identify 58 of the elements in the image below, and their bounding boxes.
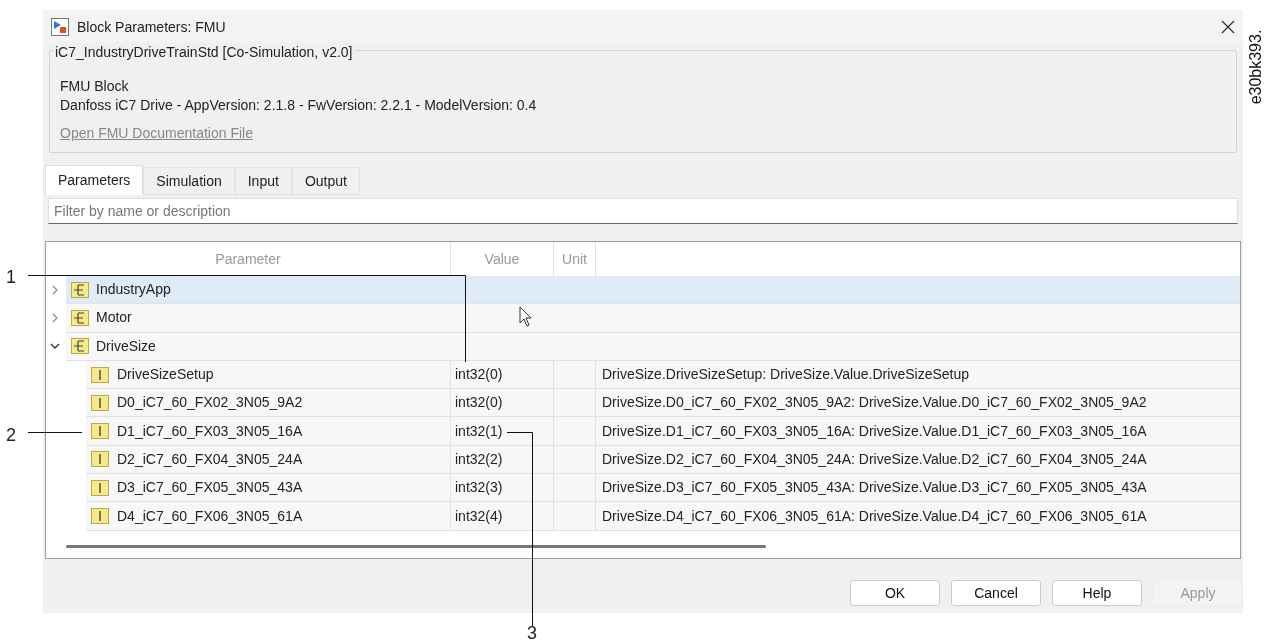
parameter-icon	[91, 451, 109, 468]
tab[interactable]: Input	[234, 167, 292, 195]
dialog-button[interactable]: Cancel	[951, 580, 1041, 606]
parameter-icon	[91, 423, 109, 440]
table-cell-text: D4_iC7_60_FX06_3N05_61A	[117, 506, 303, 526]
leader-line	[27, 432, 83, 433]
window-title: Block Parameters: FMU	[77, 17, 226, 37]
close-icon[interactable]	[1221, 20, 1235, 34]
callout-number: 3	[527, 622, 537, 641]
tab[interactable]: Parameters	[45, 165, 144, 195]
group-icon	[71, 338, 89, 355]
group-icon	[71, 281, 89, 298]
dialog-button[interactable]: OK	[850, 580, 940, 606]
callout-number: 1	[6, 266, 16, 289]
group-name: IndustryApp	[96, 280, 171, 300]
horizontal-scrollbar[interactable]	[66, 545, 766, 548]
table-cell-text: DriveSize.D4_iC7_60_FX06_3N05_61A: DriveSize.Value.D4_iC7_60_FX06_3N05_61A	[602, 506, 1147, 526]
table-cell-text: int32(0)	[455, 365, 503, 385]
table-cell-text: DriveSize.D3_iC7_60_FX05_3N05_43A: DriveSize.Value.D3_iC7_60_FX05_3N05_43A	[602, 478, 1147, 498]
expand-chevron-icon[interactable]	[50, 312, 60, 323]
group-name: DriveSize	[96, 336, 156, 356]
table-row[interactable]: D3_iC7_60_FX05_3N05_43A int32(3) DriveSize.D3_iC7_60_FX05_3N05_43A: DriveSize.Value.D3_iC7_60_FX05_3N05_43A	[86, 474, 1240, 503]
tab[interactable]: Simulation	[143, 167, 235, 195]
table-row[interactable]: D4_iC7_60_FX06_3N05_61A int32(4) DriveSize.D4_iC7_60_FX06_3N05_61A: DriveSize.Value.D4_iC7_60_FX06_3N05_61A	[86, 502, 1240, 531]
filter-field[interactable]: Filter by name or description	[48, 198, 1238, 224]
table-row[interactable]: DriveSizeSetup int32(0) DriveSize.DriveSizeSetup: DriveSize.Value.DriveSizeSetup	[86, 360, 1240, 390]
table-row[interactable]: D1_iC7_60_FX03_3N05_16A int32(1) DriveSize.D1_iC7_60_FX03_3N05_16A: DriveSize.Value.D1_iC7_60_FX03_3N05_16A	[86, 417, 1240, 446]
mouse-cursor-icon	[519, 306, 532, 327]
simulink-block-icon	[51, 18, 69, 36]
parameter-icon	[91, 366, 109, 383]
tab[interactable]: Output	[291, 167, 360, 195]
table-cell-text: DriveSize.D0_iC7_60_FX02_3N05_9A2: DriveSize.Value.D0_iC7_60_FX02_3N05_9A2	[602, 393, 1147, 413]
table-row[interactable]: D2_iC7_60_FX04_3N05_24A int32(2) DriveSize.D2_iC7_60_FX04_3N05_24A: DriveSize.Value.D2_iC7_60_FX04_3N05_24A	[86, 445, 1240, 475]
table-cell-text: D2_iC7_60_FX04_3N05_24A	[117, 449, 303, 469]
table-cell-text: DriveSize.D2_iC7_60_FX04_3N05_24A: DriveSize.Value.D2_iC7_60_FX04_3N05_24A	[602, 449, 1147, 469]
table-cell-text: D1_iC7_60_FX03_3N05_16A	[117, 421, 303, 441]
table-cell-text: int32(4)	[455, 506, 503, 526]
group-icon	[71, 309, 89, 326]
table-cell-text: D0_iC7_60_FX02_3N05_9A2	[117, 393, 303, 413]
figure-id: e30bk393.	[1246, 29, 1265, 105]
dialog-button[interactable]: Help	[1052, 580, 1142, 606]
callout-number: 2	[6, 424, 16, 447]
parameter-icon	[91, 394, 109, 411]
table-cell-text: int32(1)	[455, 421, 503, 441]
parameter-icon	[91, 479, 109, 496]
block-type-label: FMU Block	[60, 77, 130, 96]
group-name: Motor	[96, 308, 132, 328]
table-cell-text: DriveSizeSetup	[117, 365, 214, 385]
table-row[interactable]: D0_iC7_60_FX02_3N05_9A2 int32(0) DriveSize.D0_iC7_60_FX02_3N05_9A2: DriveSize.Value.D0_iC7_60_FX02_3N05_9A2	[86, 389, 1240, 418]
table-cell-text: int32(2)	[455, 449, 503, 469]
table-cell-text: int32(3)	[455, 478, 503, 498]
table-cell-text: DriveSize.DriveSizeSetup: DriveSize.Value.DriveSizeSetup	[602, 365, 969, 385]
expand-chevron-icon[interactable]	[50, 284, 60, 295]
table-cell-text: D3_iC7_60_FX05_3N05_43A	[117, 478, 303, 498]
table-cell-text: DriveSize.D1_iC7_60_FX03_3N05_16A: DriveSize.Value.D1_iC7_60_FX03_3N05_16A	[602, 421, 1147, 441]
table-cell-text: int32(0)	[455, 393, 503, 413]
block-description: Danfoss iC7 Drive - AppVersion: 2.1.8 - FwVersion: 2.2.1 - ModelVersion: 0.4	[60, 96, 538, 115]
parameter-icon	[91, 508, 109, 524]
